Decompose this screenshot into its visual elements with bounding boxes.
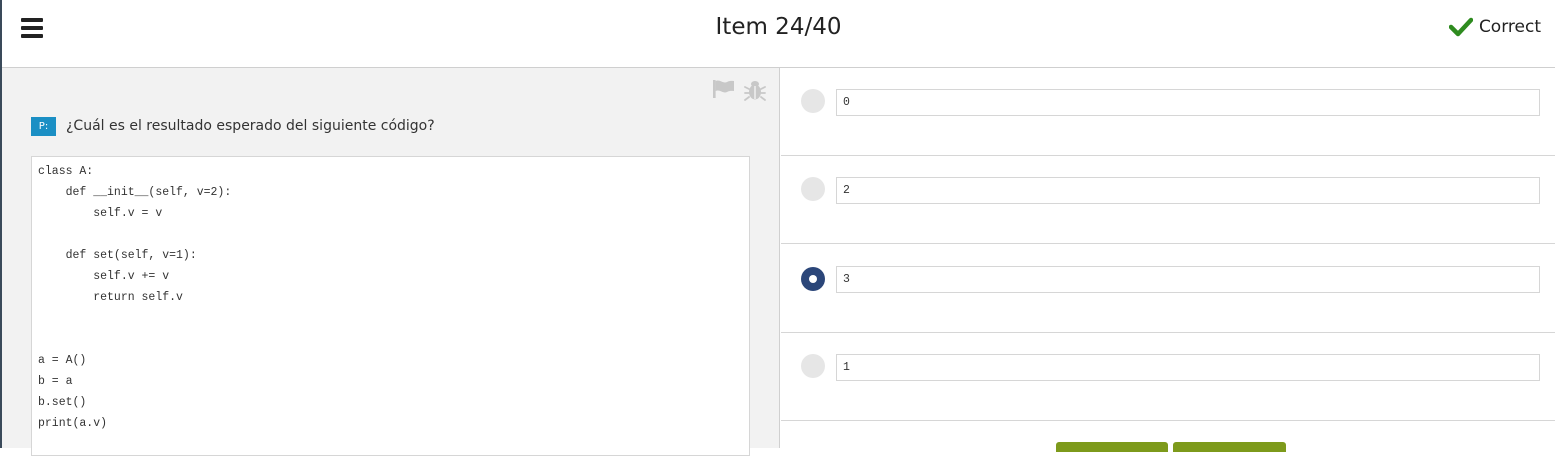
code-line: def __init__(self, v=2): <box>38 186 232 199</box>
code-line: a = A() <box>38 354 87 367</box>
code-line: return self.v <box>38 291 183 304</box>
code-line: self.v = v <box>38 207 163 220</box>
code-line: print(a.v) <box>38 417 108 430</box>
header-bar: Item 24/40 Correct <box>2 0 1555 68</box>
answer-text-field[interactable]: 3 <box>836 266 1540 293</box>
flag-icon[interactable] <box>712 79 736 99</box>
answer-text-field[interactable]: 0 <box>836 89 1540 116</box>
question-badge: P: <box>31 117 56 136</box>
radio-button[interactable] <box>801 354 825 378</box>
code-block: class A: def __init__(self, v=2): self.v… <box>31 156 750 456</box>
status-label: Correct <box>1478 17 1541 37</box>
answer-option[interactable]: 2 <box>781 156 1555 244</box>
code-line: class A: <box>38 165 94 178</box>
check-icon <box>1448 17 1473 37</box>
radio-button[interactable] <box>801 177 825 201</box>
answer-text-field[interactable]: 1 <box>836 354 1540 381</box>
status-indicator: Correct <box>1448 17 1541 37</box>
code-line: self.v += v <box>38 270 170 283</box>
bug-icon[interactable] <box>744 79 766 101</box>
radio-button[interactable] <box>801 267 825 291</box>
code-line: b = a <box>38 375 73 388</box>
next-button[interactable] <box>1173 442 1286 452</box>
code-lines: class A: def __init__(self, v=2): self.v… <box>38 161 231 434</box>
radio-button[interactable] <box>801 89 825 113</box>
question-text: ¿Cuál es el resultado esperado del sigui… <box>66 118 435 134</box>
code-line: def set(self, v=1): <box>38 249 197 262</box>
page-title: Item 24/40 <box>715 14 842 40</box>
answer-option[interactable]: 1 <box>781 333 1555 421</box>
answer-option[interactable]: 0 <box>781 68 1555 156</box>
answer-option[interactable]: 3 <box>781 245 1555 333</box>
code-line: b.set() <box>38 396 87 409</box>
submit-button[interactable] <box>1056 442 1168 452</box>
answers-panel: 0 2 3 1 <box>781 68 1555 452</box>
answer-text-field[interactable]: 2 <box>836 177 1540 204</box>
question-panel: P: ¿Cuál es el resultado esperado del si… <box>2 68 780 456</box>
